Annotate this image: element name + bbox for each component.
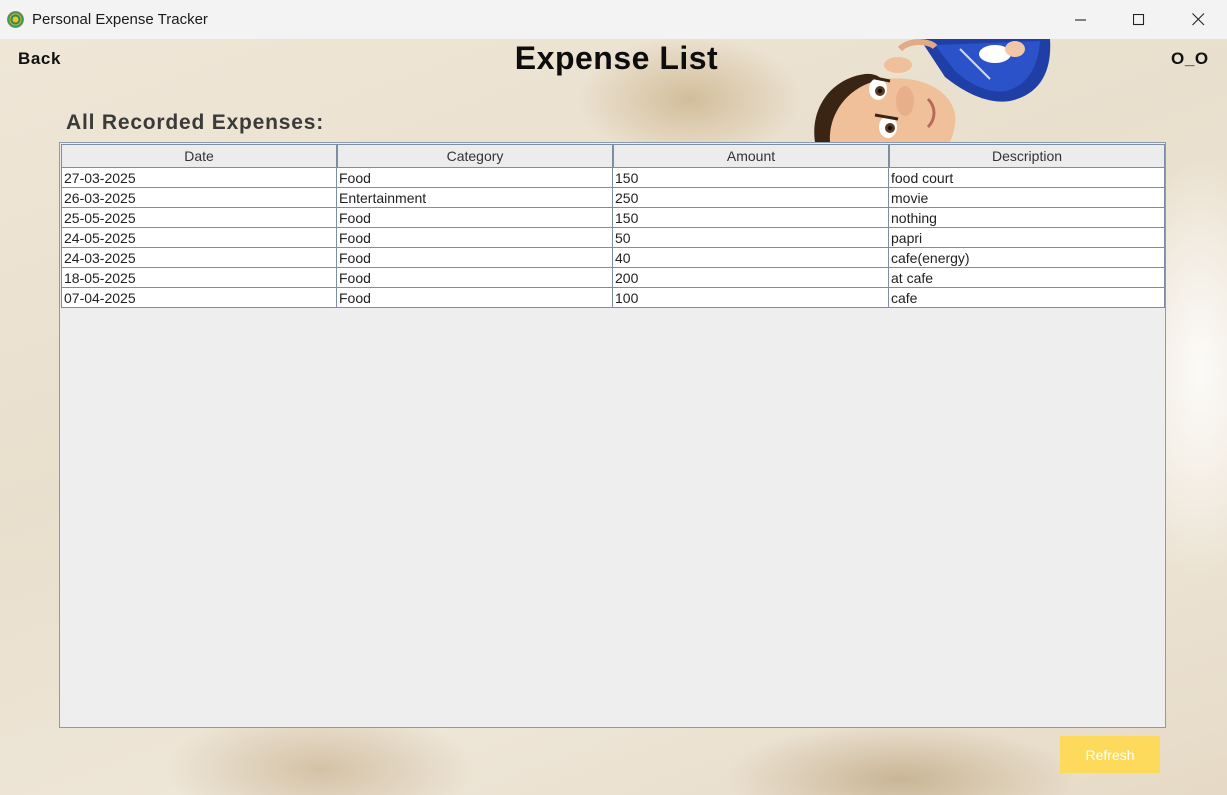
- cell-date[interactable]: 18-05-2025: [61, 268, 337, 288]
- cell-date[interactable]: 25-05-2025: [61, 208, 337, 228]
- table-row[interactable]: 24-03-2025 Food 40 cafe(energy): [61, 248, 1165, 268]
- close-icon: [1191, 13, 1204, 26]
- app-logo-icon: [7, 11, 24, 28]
- cell-description[interactable]: cafe(energy): [889, 248, 1165, 268]
- column-header-category[interactable]: Category: [337, 144, 613, 168]
- window-titlebar: Personal Expense Tracker: [0, 0, 1227, 39]
- table-row[interactable]: 26-03-2025 Entertainment 250 movie: [61, 188, 1165, 208]
- cell-amount[interactable]: 150: [613, 168, 889, 188]
- cell-date[interactable]: 24-05-2025: [61, 228, 337, 248]
- refresh-button[interactable]: Refresh: [1060, 736, 1160, 773]
- window-title: Personal Expense Tracker: [32, 11, 208, 28]
- cell-category[interactable]: Food: [337, 248, 613, 268]
- corner-label: O_O: [1171, 49, 1209, 68]
- column-header-description[interactable]: Description: [889, 144, 1165, 168]
- table-row[interactable]: 18-05-2025 Food 200 at cafe: [61, 268, 1165, 288]
- cell-amount[interactable]: 150: [613, 208, 889, 228]
- cell-amount[interactable]: 200: [613, 268, 889, 288]
- close-button[interactable]: [1169, 0, 1227, 39]
- table-row[interactable]: 24-05-2025 Food 50 papri: [61, 228, 1165, 248]
- cell-category[interactable]: Entertainment: [337, 188, 613, 208]
- cell-description[interactable]: at cafe: [889, 268, 1165, 288]
- cell-category[interactable]: Food: [337, 288, 613, 308]
- cell-date[interactable]: 27-03-2025: [61, 168, 337, 188]
- cell-description[interactable]: movie: [889, 188, 1165, 208]
- cell-amount[interactable]: 40: [613, 248, 889, 268]
- maximize-button[interactable]: [1110, 0, 1168, 39]
- cell-category[interactable]: Food: [337, 168, 613, 188]
- cell-amount[interactable]: 100: [613, 288, 889, 308]
- cell-amount[interactable]: 50: [613, 228, 889, 248]
- cell-description[interactable]: papri: [889, 228, 1165, 248]
- table-body: 27-03-2025 Food 150 food court 26-03-202…: [61, 168, 1165, 308]
- maximize-icon: [1133, 13, 1145, 25]
- cell-amount[interactable]: 250: [613, 188, 889, 208]
- cell-description[interactable]: cafe: [889, 288, 1165, 308]
- cell-date[interactable]: 07-04-2025: [61, 288, 337, 308]
- column-header-amount[interactable]: Amount: [613, 144, 889, 168]
- table-row[interactable]: 07-04-2025 Food 100 cafe: [61, 288, 1165, 308]
- cell-category[interactable]: Food: [337, 228, 613, 248]
- cell-category[interactable]: Food: [337, 208, 613, 228]
- table-header: Date Category Amount Description: [61, 144, 1165, 168]
- cell-description[interactable]: nothing: [889, 208, 1165, 228]
- cell-date[interactable]: 26-03-2025: [61, 188, 337, 208]
- table-row[interactable]: 25-05-2025 Food 150 nothing: [61, 208, 1165, 228]
- table-row[interactable]: 27-03-2025 Food 150 food court: [61, 168, 1165, 188]
- cell-date[interactable]: 24-03-2025: [61, 248, 337, 268]
- column-header-date[interactable]: Date: [61, 144, 337, 168]
- page-title: Expense List: [514, 40, 719, 76]
- cell-description[interactable]: food court: [889, 168, 1165, 188]
- main-content: Back Expense List O_O All Recorded Expen…: [0, 39, 1227, 795]
- expense-table: Date Category Amount Description 27-03-2…: [59, 142, 1166, 728]
- minimize-icon: [1075, 18, 1086, 21]
- cell-category[interactable]: Food: [337, 268, 613, 288]
- section-heading: All Recorded Expenses:: [66, 111, 325, 134]
- minimize-button[interactable]: [1052, 0, 1110, 39]
